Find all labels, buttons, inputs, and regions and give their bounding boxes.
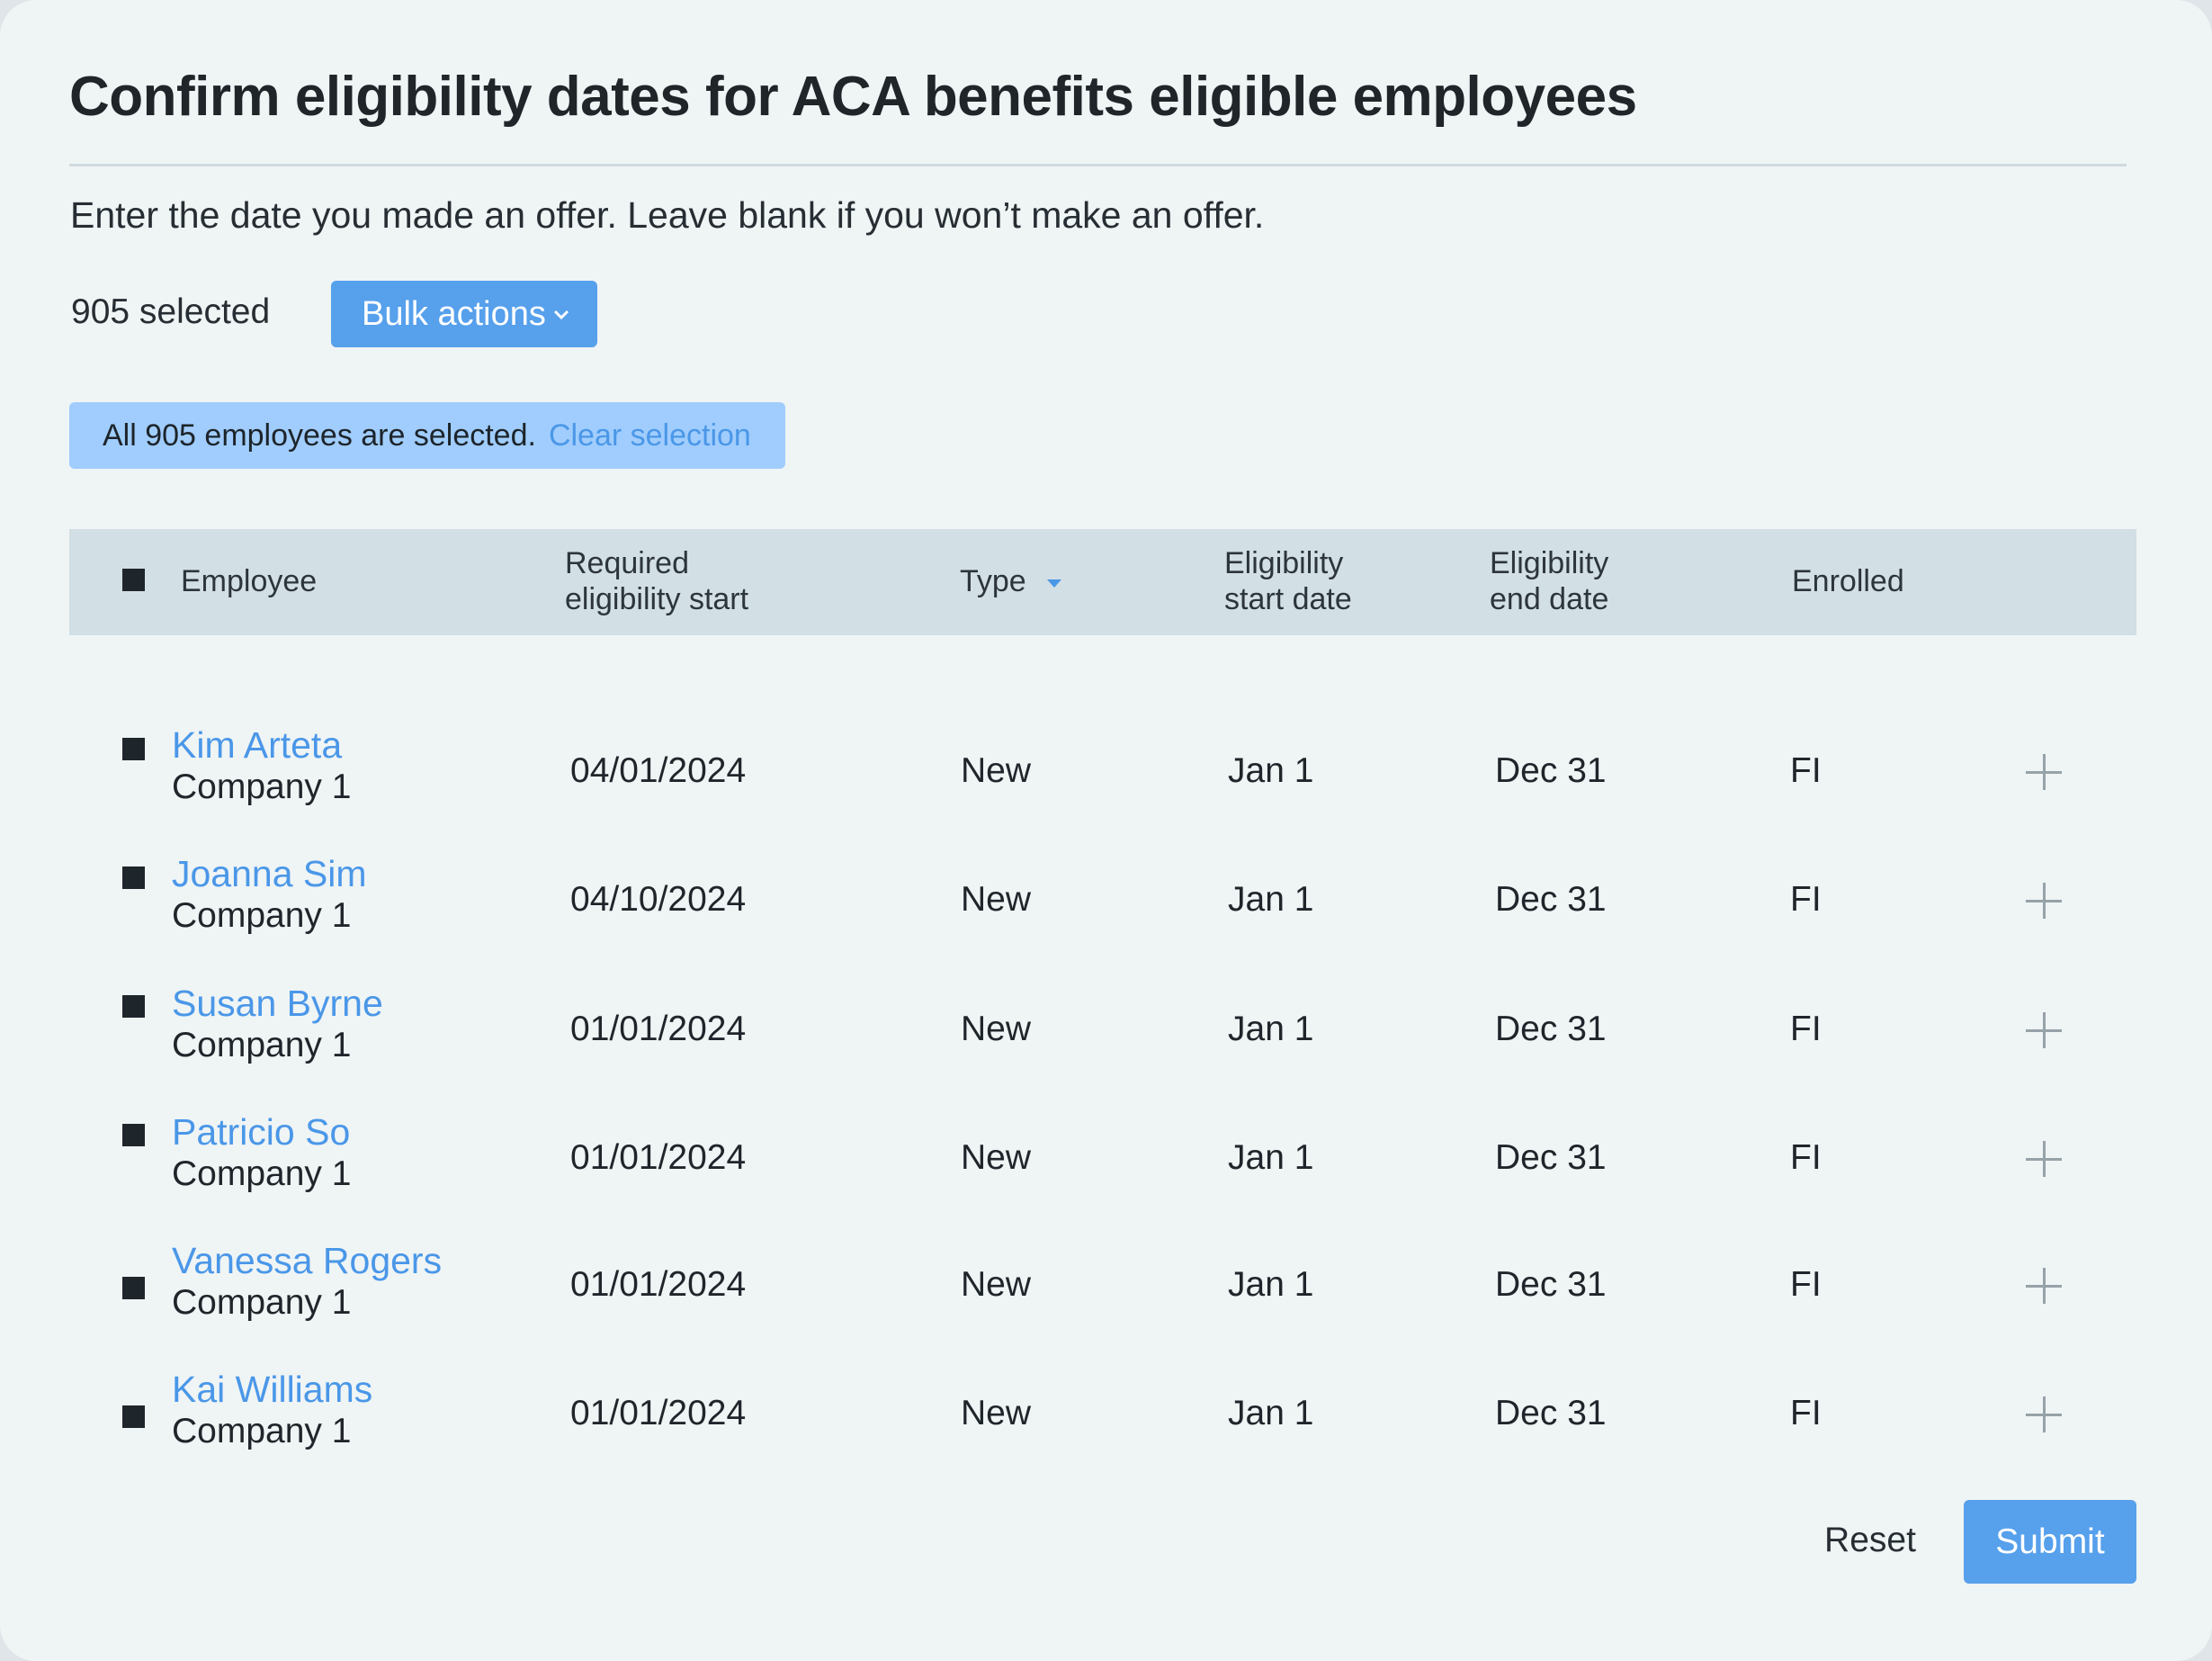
elig-end-cell: Dec 31 xyxy=(1495,880,1607,919)
eligibility-card: Confirm eligibility dates for ACA benefi… xyxy=(0,0,2212,1661)
type-cell: New xyxy=(961,1265,1032,1304)
required-start-cell: 01/01/2024 xyxy=(570,1138,747,1177)
elig-start-cell: Jan 1 xyxy=(1228,1394,1314,1432)
row-checkbox-icon[interactable] xyxy=(122,738,145,760)
table-row: Susan Byrne Company 1 01/01/2024 New Jan… xyxy=(69,976,2136,1084)
header-elig-start-line1: Eligibility xyxy=(1224,546,1344,580)
type-cell: New xyxy=(961,1010,1032,1048)
plus-icon[interactable] xyxy=(2026,1141,2062,1177)
plus-icon[interactable] xyxy=(2026,883,2062,919)
elig-end-cell: Dec 31 xyxy=(1495,1265,1607,1304)
submit-button[interactable]: Submit xyxy=(1964,1500,2136,1584)
row-checkbox-icon[interactable] xyxy=(122,995,145,1018)
required-start-cell: 01/01/2024 xyxy=(570,1394,747,1432)
elig-start-cell: Jan 1 xyxy=(1228,1138,1314,1177)
sort-caret-down-icon xyxy=(1047,579,1062,588)
bulk-actions-button[interactable]: Bulk actions xyxy=(331,281,597,347)
select-all-checkbox-icon[interactable] xyxy=(122,569,145,591)
required-start-cell: 04/01/2024 xyxy=(570,751,747,790)
table-row: Patricio So Company 1 01/01/2024 New Jan… xyxy=(69,1105,2136,1213)
header-employee: Employee xyxy=(181,564,318,598)
elig-start-cell: Jan 1 xyxy=(1228,1265,1314,1304)
header-elig-end-line2: end date xyxy=(1490,582,1609,616)
table-row: Kim Arteta Company 1 04/01/2024 New Jan … xyxy=(69,718,2136,826)
elig-end-cell: Dec 31 xyxy=(1495,751,1607,790)
clear-selection-link[interactable]: Clear selection xyxy=(549,418,751,453)
type-cell: New xyxy=(961,1394,1032,1432)
bulk-actions-label: Bulk actions xyxy=(362,294,546,333)
title-divider xyxy=(69,164,2127,166)
required-start-cell: 01/01/2024 xyxy=(570,1010,747,1048)
employee-company: Company 1 xyxy=(172,1154,352,1193)
enrolled-cell: FI xyxy=(1790,1265,1822,1304)
plus-icon[interactable] xyxy=(2026,754,2062,790)
plus-icon[interactable] xyxy=(2026,1012,2062,1048)
header-elig-end-line1: Eligibility xyxy=(1490,546,1609,580)
type-cell: New xyxy=(961,1138,1032,1177)
enrolled-cell: FI xyxy=(1790,1138,1822,1177)
employee-company: Company 1 xyxy=(172,1026,352,1064)
employee-name-link[interactable]: Kim Arteta xyxy=(172,724,342,767)
employee-name-link[interactable]: Joanna Sim xyxy=(172,853,367,895)
table-row: Joanna Sim Company 1 04/10/2024 New Jan … xyxy=(69,847,2136,955)
enrolled-cell: FI xyxy=(1790,751,1822,790)
selected-count: 905 selected xyxy=(71,292,271,331)
enrolled-cell: FI xyxy=(1790,880,1822,919)
employee-company: Company 1 xyxy=(172,1412,352,1450)
row-checkbox-icon[interactable] xyxy=(122,1124,145,1146)
plus-icon[interactable] xyxy=(2026,1268,2062,1304)
header-elig-start-line2: start date xyxy=(1224,582,1352,616)
employee-name-link[interactable]: Patricio So xyxy=(172,1111,350,1154)
elig-end-cell: Dec 31 xyxy=(1495,1394,1607,1432)
row-checkbox-icon[interactable] xyxy=(122,1405,145,1428)
selection-banner: All 905 employees are selected. Clear se… xyxy=(69,402,785,469)
header-required-start-line1: Required xyxy=(565,546,689,580)
employee-company: Company 1 xyxy=(172,768,352,806)
employee-company: Company 1 xyxy=(172,896,352,935)
employee-name-link[interactable]: Vanessa Rogers xyxy=(172,1240,442,1282)
header-required-start-line2: eligibility start xyxy=(565,582,749,616)
selection-banner-text: All 905 employees are selected. xyxy=(103,417,536,453)
required-start-cell: 04/10/2024 xyxy=(570,880,747,919)
enrolled-cell: FI xyxy=(1790,1010,1822,1048)
elig-end-cell: Dec 31 xyxy=(1495,1010,1607,1048)
enrolled-cell: FI xyxy=(1790,1394,1822,1432)
plus-icon[interactable] xyxy=(2026,1396,2062,1432)
page-title: Confirm eligibility dates for ACA benefi… xyxy=(69,66,1637,128)
employee-name-link[interactable]: Susan Byrne xyxy=(172,983,383,1025)
employee-company: Company 1 xyxy=(172,1283,352,1322)
row-checkbox-icon[interactable] xyxy=(122,866,145,889)
type-cell: New xyxy=(961,880,1032,919)
page-subtitle: Enter the date you made an offer. Leave … xyxy=(70,194,1265,236)
required-start-cell: 01/01/2024 xyxy=(570,1265,747,1304)
header-enrolled: Enrolled xyxy=(1792,564,1904,598)
reset-button[interactable]: Reset xyxy=(1808,1500,1932,1581)
elig-start-cell: Jan 1 xyxy=(1228,751,1314,790)
type-cell: New xyxy=(961,751,1032,790)
chevron-down-icon xyxy=(553,310,569,320)
row-checkbox-icon[interactable] xyxy=(122,1277,145,1299)
table-row: Kai Williams Company 1 01/01/2024 New Ja… xyxy=(69,1362,2136,1470)
table-row: Vanessa Rogers Company 1 01/01/2024 New … xyxy=(69,1234,2136,1342)
employee-name-link[interactable]: Kai Williams xyxy=(172,1369,372,1411)
elig-start-cell: Jan 1 xyxy=(1228,1010,1314,1048)
header-type[interactable]: Type xyxy=(960,563,1063,599)
elig-start-cell: Jan 1 xyxy=(1228,880,1314,919)
elig-end-cell: Dec 31 xyxy=(1495,1138,1607,1177)
header-type-label: Type xyxy=(960,564,1026,598)
table-header: Employee Required eligibility start Type… xyxy=(69,529,2136,635)
